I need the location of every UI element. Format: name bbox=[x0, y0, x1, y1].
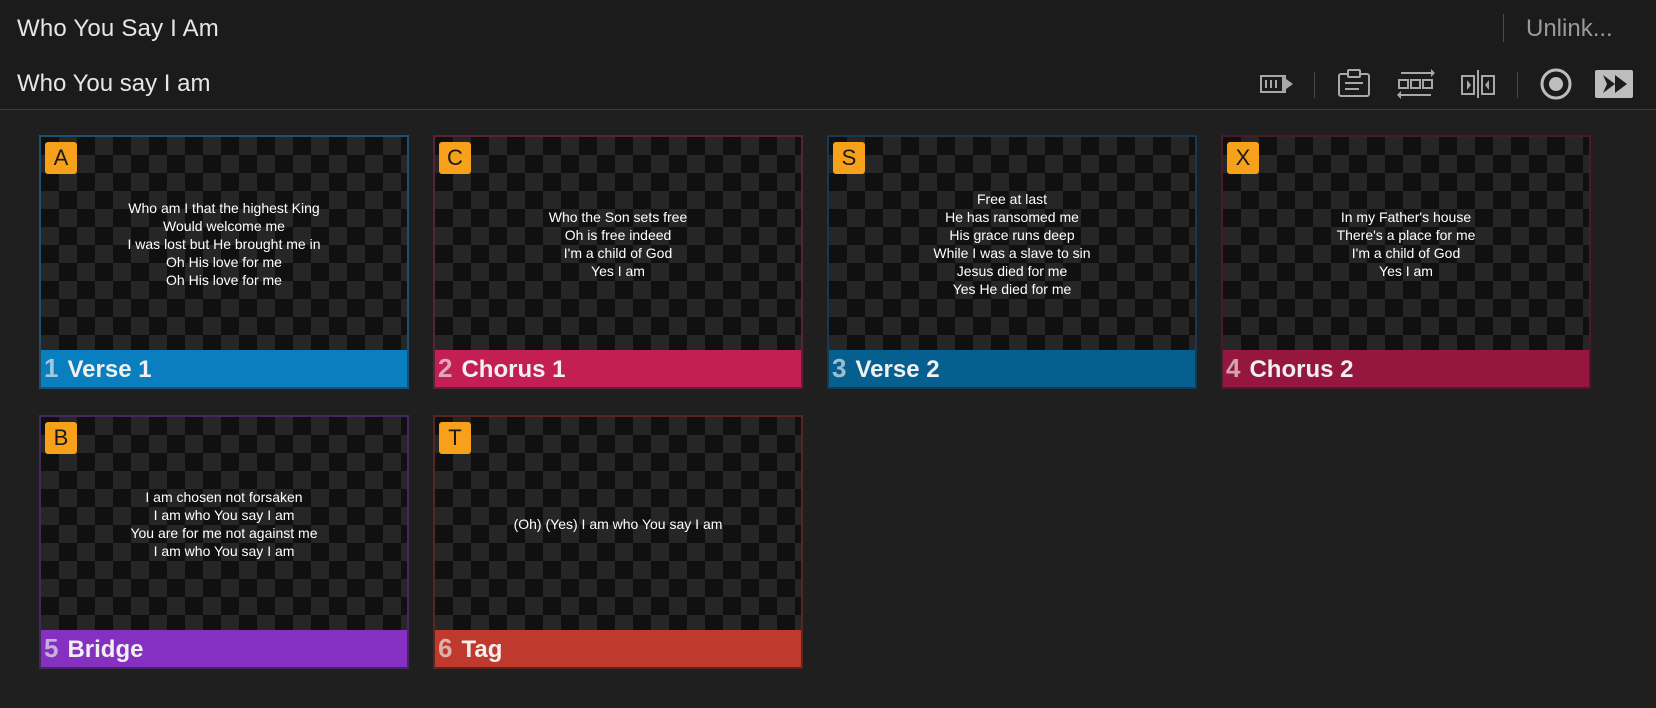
slide-chorus-1[interactable]: Who the Son sets free Oh is free indeed … bbox=[433, 135, 803, 389]
lyric-line: Would welcome me bbox=[163, 218, 285, 234]
clipboard-icon[interactable] bbox=[1334, 66, 1374, 102]
slide-label: 3 Verse 2 bbox=[829, 350, 1195, 387]
lyric-line: Who the Son sets free bbox=[548, 209, 688, 225]
slide-group-name: Bridge bbox=[67, 636, 144, 663]
lyric-line: His grace runs deep bbox=[949, 227, 1075, 243]
slide-group-name: Chorus 2 bbox=[1249, 356, 1354, 383]
hotkey-badge: S bbox=[833, 142, 865, 174]
slide-group-name: Tag bbox=[461, 636, 503, 663]
slide-bridge[interactable]: I am chosen not forsaken I am who You sa… bbox=[39, 415, 409, 669]
slide-tag[interactable]: (Oh) (Yes) I am who You say I am T 6 Tag bbox=[433, 415, 803, 669]
divider bbox=[1517, 72, 1518, 98]
lyric-line: You are for me not against me bbox=[130, 525, 318, 541]
hotkey-badge: B bbox=[45, 422, 77, 454]
header-row-subtitle: Who You say I am bbox=[0, 58, 1656, 110]
arrangement-icon[interactable] bbox=[1396, 66, 1436, 102]
lyric-line: Oh His love for me bbox=[166, 272, 282, 288]
hotkey-badge: X bbox=[1227, 142, 1259, 174]
slide-lyrics: Who am I that the highest King Would wel… bbox=[41, 199, 407, 289]
lyric-line: I'm a child of God bbox=[1351, 245, 1461, 261]
slide-number: 6 bbox=[438, 633, 453, 663]
hotkey-badge: C bbox=[439, 142, 471, 174]
slide-label: 5 Bridge bbox=[41, 630, 407, 667]
lyric-line: Who am I that the highest King bbox=[128, 200, 320, 216]
slide-thumbnail: Free at last He has ransomed me His grac… bbox=[829, 137, 1195, 350]
slide-group-name: Verse 1 bbox=[67, 356, 152, 383]
slide-thumbnail: Who the Son sets free Oh is free indeed … bbox=[435, 137, 801, 350]
lyric-line: Yes I am bbox=[1379, 263, 1433, 279]
slide-verse-2[interactable]: Free at last He has ransomed me His grac… bbox=[827, 135, 1197, 389]
lyric-line: While I was a slave to sin bbox=[933, 245, 1091, 261]
presentation-header: Who You Say I Am Unlink... Who You say I… bbox=[0, 0, 1656, 110]
slide-thumbnail: In my Father's house There's a place for… bbox=[1223, 137, 1589, 350]
slide-label: 6 Tag bbox=[435, 630, 801, 667]
slide-lyrics: In my Father's house There's a place for… bbox=[1223, 208, 1589, 280]
target-icon[interactable] bbox=[1536, 66, 1576, 102]
lyric-line: I am who You say I am bbox=[153, 507, 295, 523]
slide-number: 5 bbox=[44, 633, 59, 663]
lyric-line: I'm a child of God bbox=[563, 245, 673, 261]
unlink-button[interactable]: Unlink... bbox=[1526, 15, 1613, 43]
lyric-line: I was lost but He brought me in bbox=[127, 236, 321, 252]
slide-verse-1[interactable]: Who am I that the highest King Would wel… bbox=[39, 135, 409, 389]
lyric-line: Jesus died for me bbox=[956, 263, 1068, 279]
lyric-line: (Oh) (Yes) I am who You say I am bbox=[513, 516, 723, 532]
slide-number: 4 bbox=[1226, 353, 1241, 383]
slide-number: 1 bbox=[44, 353, 59, 383]
slide-group-name: Chorus 1 bbox=[461, 356, 566, 383]
divider bbox=[1314, 72, 1315, 98]
slide-thumbnail: Who am I that the highest King Would wel… bbox=[41, 137, 407, 350]
lyric-line: Yes I am bbox=[591, 263, 645, 279]
slide-advance-icon[interactable] bbox=[1257, 66, 1297, 102]
presentation-toolbar bbox=[0, 58, 1656, 110]
slide-lyrics: Who the Son sets free Oh is free indeed … bbox=[435, 208, 801, 280]
slide-label: 4 Chorus 2 bbox=[1223, 350, 1589, 387]
lyric-line: I am who You say I am bbox=[153, 543, 295, 559]
slide-grid: Who am I that the highest King Would wel… bbox=[0, 110, 1656, 708]
slide-thumbnail: (Oh) (Yes) I am who You say I am T bbox=[435, 417, 801, 630]
slide-chorus-2[interactable]: In my Father's house There's a place for… bbox=[1221, 135, 1591, 389]
slide-lyrics: Free at last He has ransomed me His grac… bbox=[829, 190, 1195, 298]
slide-number: 3 bbox=[832, 353, 847, 383]
lyric-line: I am chosen not forsaken bbox=[145, 489, 303, 505]
slide-thumbnail: I am chosen not forsaken I am who You sa… bbox=[41, 417, 407, 630]
header-row-title: Who You Say I Am Unlink... bbox=[0, 0, 1656, 58]
hotkey-badge: T bbox=[439, 422, 471, 454]
lyric-line: Free at last bbox=[976, 191, 1048, 207]
slide-label: 1 Verse 1 bbox=[41, 350, 407, 387]
slide-lyrics: (Oh) (Yes) I am who You say I am bbox=[435, 515, 801, 533]
lyric-line: He has ransomed me bbox=[945, 209, 1079, 225]
slide-label: 2 Chorus 1 bbox=[435, 350, 801, 387]
hotkey-badge: A bbox=[45, 142, 77, 174]
lyric-line: Oh His love for me bbox=[166, 254, 282, 270]
divider bbox=[1503, 14, 1504, 42]
lyric-line: Yes He died for me bbox=[952, 281, 1072, 297]
mirror-icon[interactable] bbox=[1458, 66, 1498, 102]
play-forward-icon[interactable] bbox=[1594, 66, 1634, 102]
lyric-line: In my Father's house bbox=[1340, 209, 1472, 225]
song-title: Who You Say I Am bbox=[17, 15, 219, 42]
slide-lyrics: I am chosen not forsaken I am who You sa… bbox=[41, 488, 407, 560]
lyric-line: There's a place for me bbox=[1336, 227, 1476, 243]
presentation-editor: Who You Say I Am Unlink... Who You say I… bbox=[0, 0, 1656, 708]
slide-number: 2 bbox=[438, 353, 453, 383]
lyric-line: Oh is free indeed bbox=[564, 227, 672, 243]
slide-group-name: Verse 2 bbox=[855, 356, 940, 383]
